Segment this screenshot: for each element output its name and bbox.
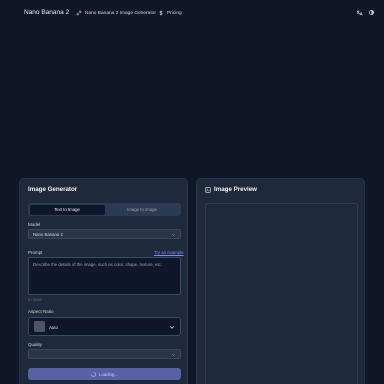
preview-canvas — [205, 203, 358, 384]
generate-button-label: Loading... — [99, 371, 118, 377]
nav-pricing-label: Pricing — [167, 10, 182, 16]
model-select[interactable]: Nano Banana 2 — [28, 229, 181, 239]
dollar-icon — [159, 10, 163, 16]
top-bar: Nano Banana 2 Nano Banana 2 Image Genera… — [0, 0, 384, 26]
aspect-ratio-select[interactable]: Auto — [28, 317, 181, 336]
image-generator-panel: Image Generator Text to Image Image to I… — [19, 178, 188, 384]
link-icon — [76, 10, 82, 16]
mode-tabs: Text to Image Image to Image — [28, 203, 181, 216]
quality-select[interactable] — [28, 349, 181, 359]
preview-title: Image Preview — [214, 186, 257, 193]
tab-image-to-image[interactable]: Image to Image — [105, 205, 180, 215]
chevron-down-icon — [171, 353, 176, 356]
generate-button[interactable]: Loading... — [28, 368, 181, 380]
try-example-link[interactable]: Try an example — [154, 250, 183, 255]
aspect-ratio-preview-swatch — [34, 321, 45, 332]
preview-header: Image Preview — [205, 186, 257, 193]
quality-label: Quality — [28, 342, 43, 347]
model-value: Nano Banana 2 — [33, 231, 63, 237]
prompt-char-counter: 0 / 5000 — [28, 298, 42, 302]
nav-pricing[interactable]: Pricing — [158, 10, 182, 16]
aspect-ratio-label: Aspect Ratio — [28, 309, 54, 314]
theme-toggle-icon[interactable] — [368, 9, 375, 16]
translate-icon[interactable] — [356, 9, 363, 16]
brand-name[interactable]: Nano Banana 2 — [24, 9, 69, 16]
model-label: Model — [28, 222, 41, 227]
nav-image-generator-label: Nano Banana 2 Image Generator — [85, 10, 156, 16]
nav-image-generator[interactable]: Nano Banana 2 Image Generator — [76, 10, 156, 16]
aspect-ratio-value: Auto — [49, 325, 58, 330]
prompt-textarea[interactable]: Describe the details of the image, such … — [28, 257, 181, 295]
generator-title: Image Generator — [28, 186, 78, 193]
prompt-label: Prompt — [28, 250, 43, 255]
image-preview-panel: Image Preview — [196, 178, 365, 384]
spinner-icon — [91, 371, 96, 377]
chevron-down-icon — [169, 326, 175, 329]
image-icon — [205, 186, 211, 193]
chevron-down-icon — [171, 233, 176, 236]
tab-text-to-image[interactable]: Text to Image — [29, 204, 105, 215]
